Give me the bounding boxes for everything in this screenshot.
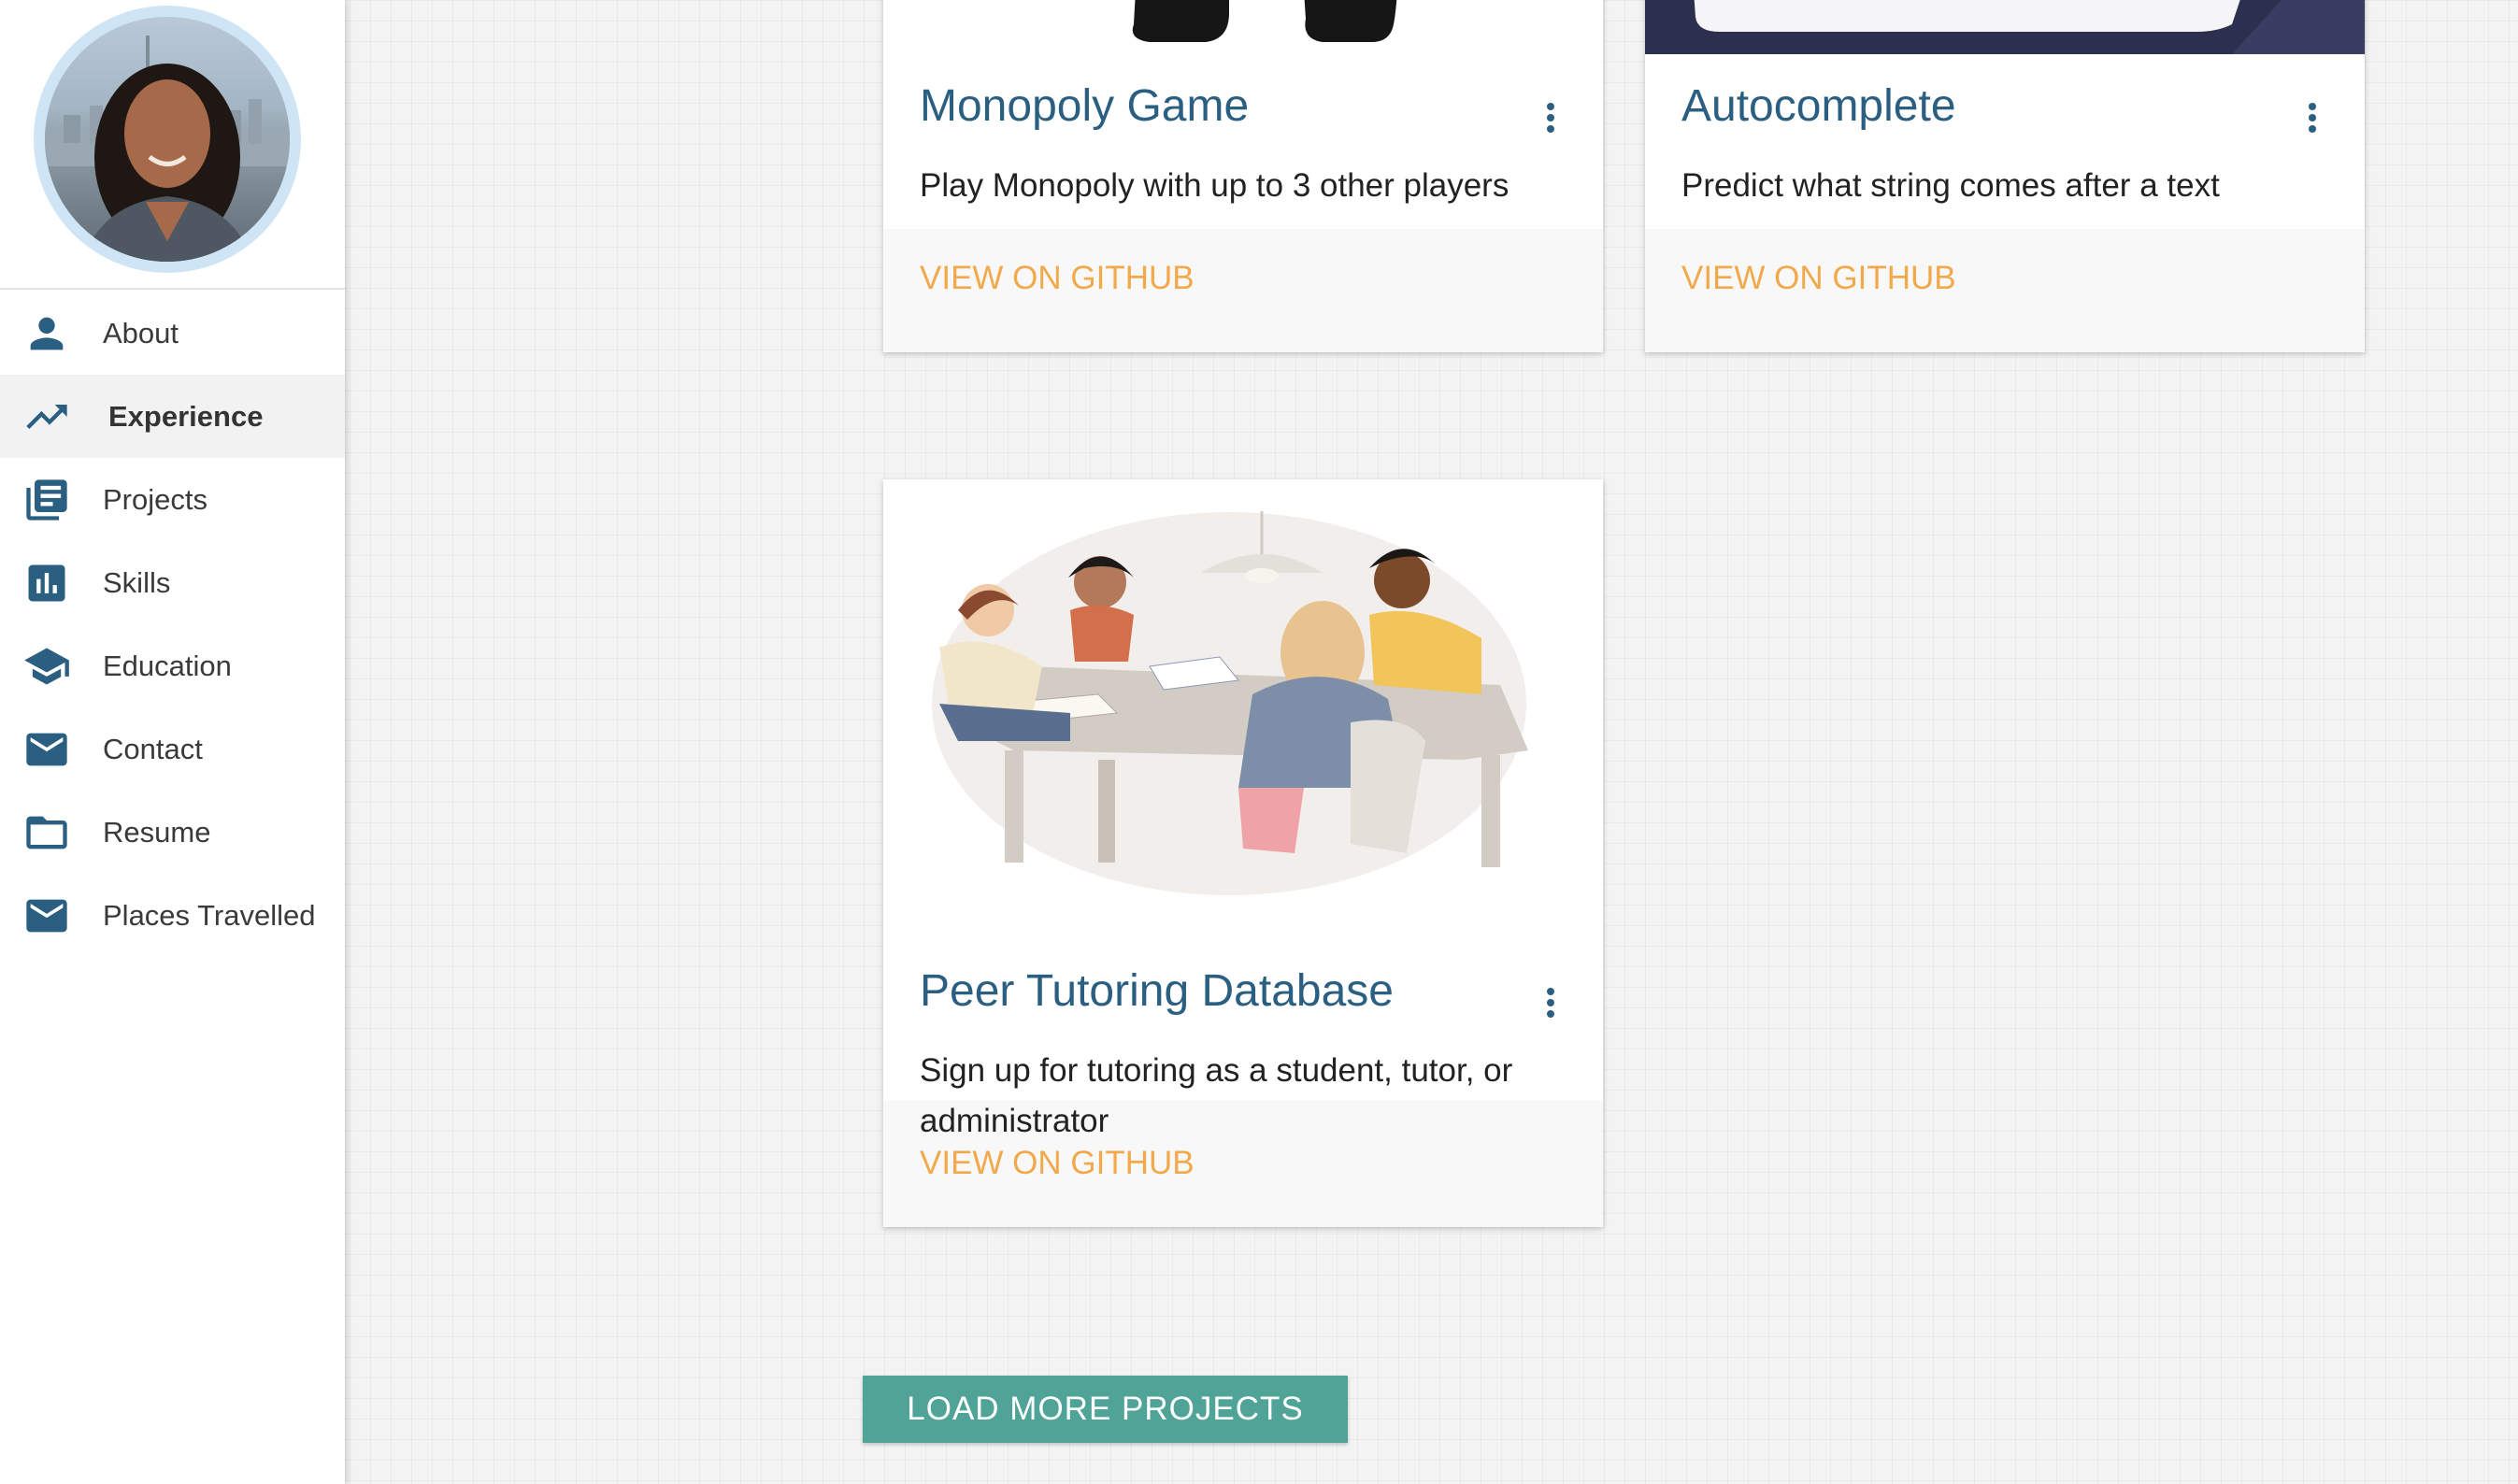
project-description: Sign up for tutoring as a student, tutor… bbox=[920, 1052, 1513, 1139]
sidebar-item-resume[interactable]: Resume bbox=[0, 791, 345, 874]
project-title: Autocomplete bbox=[1681, 81, 1956, 131]
sidebar-item-skills[interactable]: Skills bbox=[0, 541, 345, 624]
sidebar-item-label: Experience bbox=[108, 399, 264, 433]
sidebar: About Experience Projects Skills Educati… bbox=[0, 0, 345, 1484]
project-image bbox=[883, 479, 1603, 937]
mail-icon bbox=[22, 725, 71, 774]
sidebar-item-label: Resume bbox=[103, 815, 211, 849]
project-image bbox=[883, 0, 1603, 56]
sidebar-item-contact[interactable]: Contact bbox=[0, 707, 345, 791]
person-icon bbox=[22, 309, 71, 358]
card-actions: VIEW ON GITHUB bbox=[883, 229, 1603, 352]
load-more-projects-button[interactable]: LOAD MORE PROJECTS bbox=[863, 1376, 1348, 1443]
project-card: Autocomplete Predict what string comes a… bbox=[1645, 0, 2365, 352]
project-description: Play Monopoly with up to 3 other players bbox=[920, 167, 1509, 204]
sidebar-item-places-travelled[interactable]: Places Travelled bbox=[0, 874, 345, 957]
project-card: Monopoly Game Play Monopoly with up to 3… bbox=[883, 0, 1603, 352]
sidebar-nav: About Experience Projects Skills Educati… bbox=[0, 292, 345, 957]
folder-icon bbox=[22, 808, 71, 857]
bar-chart-icon bbox=[22, 559, 71, 607]
mail-icon bbox=[22, 892, 71, 940]
sidebar-item-experience[interactable]: Experience bbox=[0, 375, 345, 458]
sidebar-item-education[interactable]: Education bbox=[0, 624, 345, 707]
view-on-github-link[interactable]: VIEW ON GITHUB bbox=[1681, 260, 1956, 297]
project-description: Predict what string comes after a text bbox=[1681, 167, 2220, 204]
sidebar-item-label: Contact bbox=[103, 732, 203, 765]
sidebar-item-label: Places Travelled bbox=[103, 898, 316, 932]
view-on-github-link[interactable]: VIEW ON GITHUB bbox=[920, 1145, 1195, 1182]
sidebar-item-label: Education bbox=[103, 649, 232, 682]
avatar-ring bbox=[34, 6, 301, 273]
more-vert-icon[interactable] bbox=[1541, 986, 1560, 1023]
sidebar-item-label: Projects bbox=[103, 482, 207, 516]
sidebar-item-projects[interactable]: Projects bbox=[0, 458, 345, 541]
project-title: Monopoly Game bbox=[920, 81, 1250, 131]
more-vert-icon[interactable] bbox=[2303, 101, 2322, 138]
sidebar-item-label: Skills bbox=[103, 565, 171, 599]
graduation-cap-icon bbox=[22, 642, 71, 691]
library-books-icon bbox=[22, 476, 71, 524]
project-title: Peer Tutoring Database bbox=[920, 966, 1394, 1016]
sidebar-item-label: About bbox=[103, 316, 179, 350]
project-image bbox=[1645, 0, 2365, 54]
avatar bbox=[45, 17, 290, 262]
project-card: Peer Tutoring Database Sign up for tutor… bbox=[883, 479, 1603, 1227]
more-vert-icon[interactable] bbox=[1541, 101, 1560, 138]
sidebar-item-about[interactable]: About bbox=[0, 292, 345, 375]
card-actions: VIEW ON GITHUB bbox=[1645, 229, 2365, 352]
view-on-github-link[interactable]: VIEW ON GITHUB bbox=[920, 260, 1195, 297]
sidebar-divider bbox=[0, 288, 345, 290]
trending-up-icon bbox=[22, 392, 71, 441]
